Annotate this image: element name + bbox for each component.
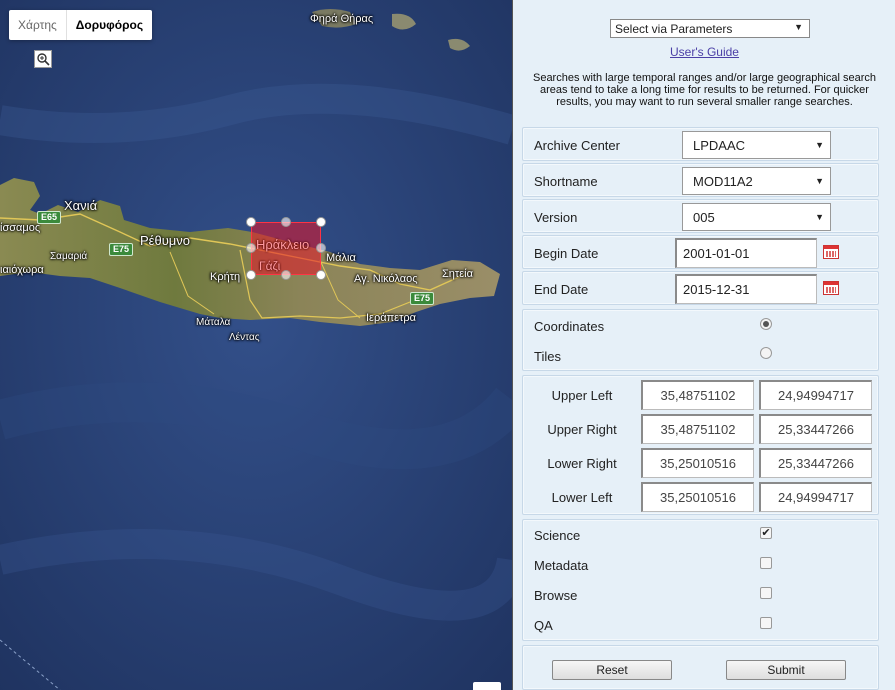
version-value: 005 <box>693 210 715 225</box>
selection-handle-bottom-right[interactable] <box>316 270 326 280</box>
reset-button[interactable]: Reset <box>552 660 672 680</box>
browse-checkbox[interactable] <box>760 587 772 599</box>
coordinates-box: Upper Left 35,48751102 24,94994717 Upper… <box>522 375 879 515</box>
upper-right-lon-input[interactable]: 25,33447266 <box>759 414 872 444</box>
search-notice: Searches with large temporal ranges and/… <box>532 72 877 108</box>
selection-handle-left[interactable] <box>246 243 256 253</box>
search-mode-value: Select via Parameters <box>615 22 733 36</box>
map-label-kissamos: ίσσαμος <box>0 222 41 234</box>
zoom-box-button[interactable] <box>34 50 52 68</box>
dropdown-arrow-icon: ▼ <box>815 212 824 222</box>
coordinates-label: Coordinates <box>534 319 605 334</box>
road-shield-e65: E65 <box>37 211 62 224</box>
lower-left-label: Lower Left <box>551 490 613 505</box>
map-type-control: Χάρτης Δορυφόρος <box>9 10 153 40</box>
map-label-chora: ιαιόχωρα <box>0 264 44 276</box>
map-label-fira: Φηρά Θήρας <box>310 13 374 25</box>
dropdown-arrow-icon: ▼ <box>815 140 824 150</box>
map-label-chania: Χανιά <box>64 198 98 213</box>
metadata-label: Metadata <box>534 558 589 573</box>
dropdown-arrow-icon: ▼ <box>794 22 803 32</box>
submit-button[interactable]: Submit <box>726 660 846 680</box>
map-label-siteia: Σητεία <box>442 268 473 280</box>
shortname-row: Shortname MOD11A2 ▼ <box>522 163 879 197</box>
map-label-gazi: Γάζι <box>259 259 281 273</box>
selection-handle-top[interactable] <box>281 217 291 227</box>
browse-label: Browse <box>534 588 578 603</box>
metadata-checkbox[interactable] <box>760 557 772 569</box>
archive-center-label: Archive Center <box>534 138 620 153</box>
upper-left-lat-input[interactable]: 35,48751102 <box>641 380 754 410</box>
selection-handle-top-left[interactable] <box>246 217 256 227</box>
end-date-row: End Date 2015-12-31 <box>522 271 879 305</box>
shortname-label: Shortname <box>534 174 598 189</box>
magnifier-icon <box>37 53 50 66</box>
selection-handle-top-right[interactable] <box>316 217 326 227</box>
road-shield-e75: E75 <box>410 292 435 305</box>
map-imagery <box>0 0 512 690</box>
lower-right-label: Lower Right <box>547 456 617 471</box>
selection-handle-right[interactable] <box>316 243 326 253</box>
map-corner-control <box>473 682 501 690</box>
map-label-kriti: Κρήτη <box>210 271 241 283</box>
shortname-value: MOD11A2 <box>693 174 753 189</box>
map-label-ierapetra: Ιεράπετρα <box>366 312 417 324</box>
map-label-agios-nikolaos: Αγ. Νικόλαος <box>354 273 418 285</box>
users-guide-link[interactable]: User's Guide <box>513 45 895 59</box>
satellite-view-button[interactable]: Δορυφόρος <box>67 10 152 40</box>
archive-center-value: LPDAAC <box>693 138 746 153</box>
version-row: Version 005 ▼ <box>522 199 879 233</box>
selection-handle-bottom-left[interactable] <box>246 270 256 280</box>
qa-label: QA <box>534 618 553 633</box>
archive-center-select[interactable]: LPDAAC ▼ <box>682 131 831 159</box>
lower-right-lon-input[interactable]: 25,33447266 <box>759 448 872 478</box>
map-label-rethymno: Ρέθυμνο <box>140 233 191 248</box>
upper-left-lon-input[interactable]: 24,94994717 <box>759 380 872 410</box>
upper-right-label: Upper Right <box>547 422 617 437</box>
search-panel: Select via Parameters ▼ User's Guide Sea… <box>512 0 895 690</box>
map-label-matala: Μάταλα <box>196 317 231 328</box>
lower-right-lat-input[interactable]: 35,25010516 <box>641 448 754 478</box>
lower-left-lon-input[interactable]: 24,94994717 <box>759 482 872 512</box>
archive-center-row: Archive Center LPDAAC ▼ <box>522 127 879 161</box>
science-label: Science <box>534 528 581 543</box>
search-mode-select[interactable]: Select via Parameters ▼ <box>610 19 810 38</box>
selection-handle-bottom[interactable] <box>281 270 291 280</box>
upper-right-lat-input[interactable]: 35,48751102 <box>641 414 754 444</box>
version-select[interactable]: 005 ▼ <box>682 203 831 231</box>
data-options-box: Science ✔ Metadata Browse QA <box>522 519 879 641</box>
map-view-button[interactable]: Χάρτης <box>9 10 67 40</box>
coordinates-radio[interactable] <box>760 318 772 330</box>
begin-date-label: Begin Date <box>534 246 599 261</box>
calendar-icon[interactable] <box>823 281 839 295</box>
lower-left-lat-input[interactable]: 35,25010516 <box>641 482 754 512</box>
upper-left-label: Upper Left <box>551 388 613 403</box>
satellite-map[interactable]: Χάρτης Δορυφόρος Φηρά Θήρας Χανιά ίσσαμο… <box>0 0 512 690</box>
tiles-radio[interactable] <box>760 347 772 359</box>
map-label-malia: Μάλια <box>326 252 356 264</box>
shortname-select[interactable]: MOD11A2 ▼ <box>682 167 831 195</box>
road-shield-e75: E75 <box>109 243 134 256</box>
calendar-icon[interactable] <box>823 245 839 259</box>
tiles-label: Tiles <box>534 349 561 364</box>
begin-date-row: Begin Date 2001-01-01 <box>522 235 879 269</box>
begin-date-input[interactable]: 2001-01-01 <box>675 238 817 268</box>
end-date-input[interactable]: 2015-12-31 <box>675 274 817 304</box>
map-label-heraklion: Ηράκλειο <box>256 237 310 252</box>
version-label: Version <box>534 210 578 225</box>
selection-type-box: Coordinates Tiles <box>522 309 879 371</box>
map-label-samaria: Σαμαριά <box>50 251 88 262</box>
map-label-lentas: Λέντας <box>229 332 260 343</box>
qa-checkbox[interactable] <box>760 617 772 629</box>
science-checkbox[interactable]: ✔ <box>760 527 772 539</box>
dropdown-arrow-icon: ▼ <box>815 176 824 186</box>
end-date-label: End Date <box>534 282 589 297</box>
